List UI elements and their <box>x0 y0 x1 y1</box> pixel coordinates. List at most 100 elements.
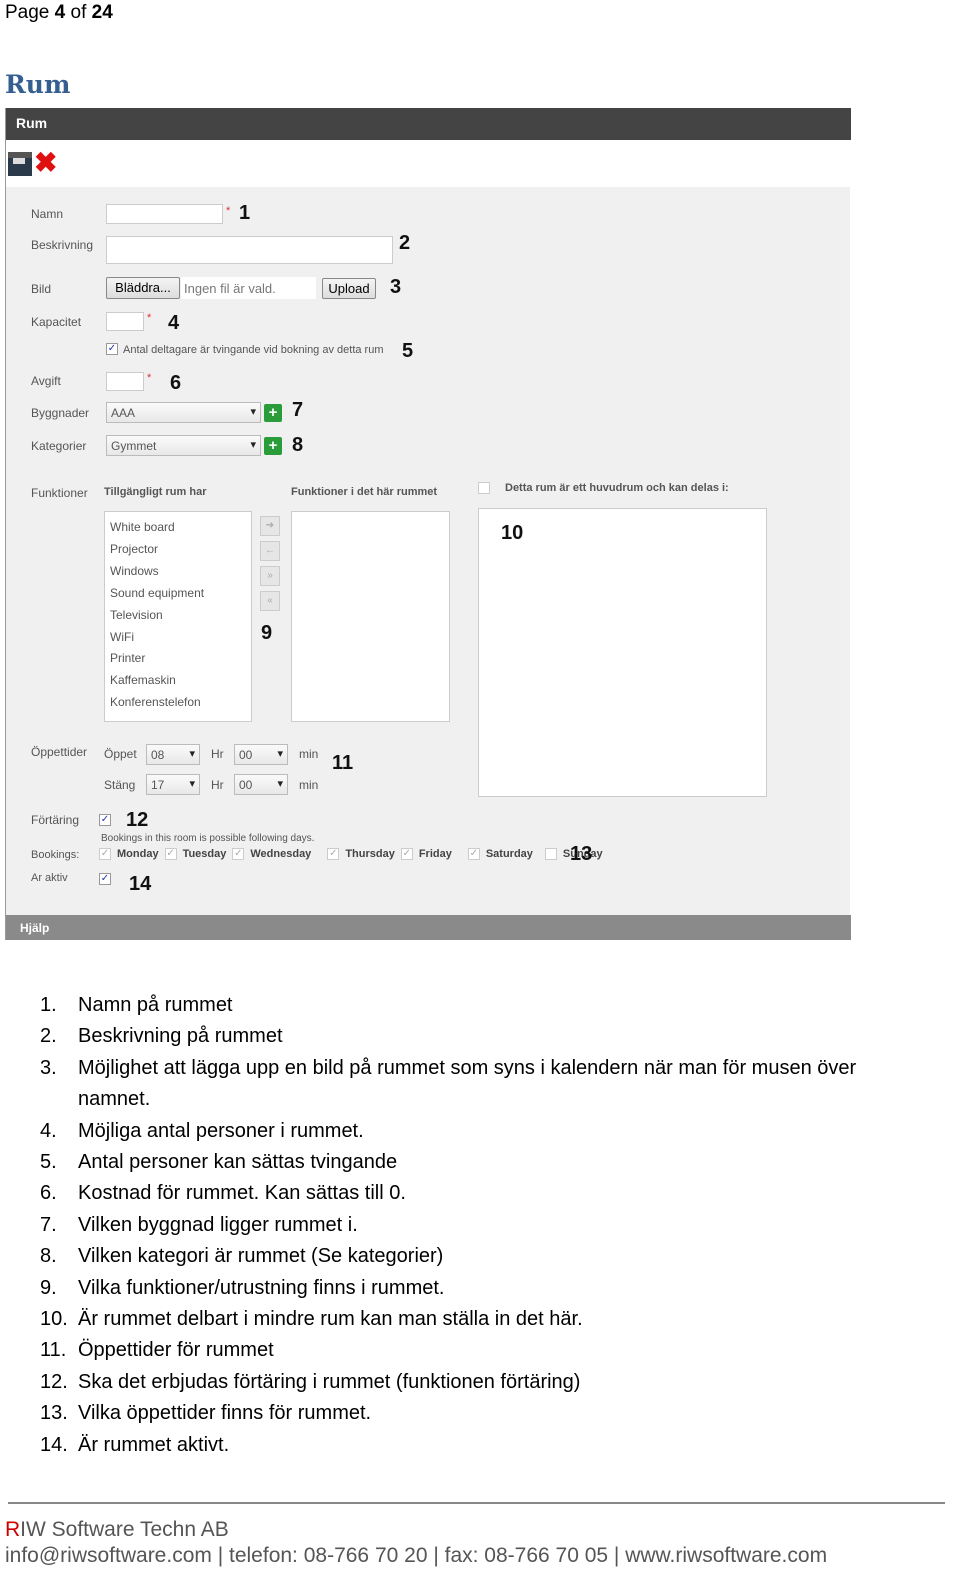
day-checkbox[interactable] <box>544 848 557 860</box>
kategorier-select[interactable]: Gymmet <box>106 435 261 456</box>
marker-9: 9 <box>261 622 273 644</box>
marker-2: 2 <box>399 232 411 254</box>
list-item[interactable]: White board <box>110 517 246 539</box>
close-label: Stäng <box>104 778 136 792</box>
main-room-label: Detta rum är ett huvudrum och kan delas … <box>505 482 729 494</box>
day-checkbox[interactable]: ✓ <box>400 848 413 860</box>
required-star: * <box>147 372 152 384</box>
available-header: Tillgängligt rum har <box>104 486 207 498</box>
footer-divider <box>8 1502 945 1504</box>
fortaring-checkbox[interactable]: ✓ <box>99 814 111 826</box>
list-item: 13. Vilka öppettider finns för rummet. <box>40 1398 900 1429</box>
item-number: 5. <box>40 1151 57 1174</box>
bookings-label: Bookings: <box>31 849 80 861</box>
namn-label: Namn <box>31 207 64 221</box>
open-hour-select[interactable]: 08 <box>146 744 200 765</box>
day-checkbox[interactable]: ✓ <box>164 848 177 860</box>
list-item[interactable]: Windows <box>110 561 246 583</box>
day-checkbox[interactable]: ✓ <box>467 848 480 860</box>
item-number: 8. <box>40 1245 57 1268</box>
close-hour-select[interactable]: 17 <box>146 774 200 795</box>
list-item[interactable]: Sound equipment <box>110 583 246 605</box>
item-text: Antal personer kan sättas tvingande <box>78 1151 398 1174</box>
hr-label: Hr <box>211 778 224 792</box>
day-checkbox[interactable]: ✓ <box>232 848 245 860</box>
list-item: 3. Möjlighet att lägga upp en bild på rum… <box>40 1053 900 1116</box>
item-number: 3. <box>40 1056 57 1079</box>
item-text: Möjliga antal personer i rummet. <box>78 1119 364 1142</box>
day-checkbox[interactable]: ✓ <box>327 848 340 860</box>
list-item[interactable]: Printer <box>110 648 246 670</box>
marker-13: 13 <box>570 843 593 865</box>
mandatory-checkbox[interactable]: ✓ <box>106 343 118 355</box>
item-text: Vilken kategori är rummet (Se kategorier… <box>78 1245 444 1268</box>
day-label: Tuesday <box>182 848 227 860</box>
marker-4: 4 <box>168 312 180 334</box>
marker-6: 6 <box>170 372 182 394</box>
main-room-checkbox[interactable] <box>478 482 490 494</box>
save-icon[interactable] <box>8 152 32 176</box>
item-text: Namn på rummet <box>78 994 233 1016</box>
kapacitet-label: Kapacitet <box>31 315 82 329</box>
delete-icon[interactable]: ✖ <box>34 146 57 179</box>
help-bar[interactable]: Hjälp <box>6 915 851 940</box>
marker-1: 1 <box>239 202 251 224</box>
oppettider-label: Öppettider <box>31 745 88 759</box>
sub-rooms-list[interactable] <box>478 508 767 797</box>
browse-button[interactable]: Bläddra... <box>106 277 180 299</box>
list-item[interactable]: Konferenstelefon <box>110 692 246 714</box>
day-checkbox[interactable]: ✓ <box>99 848 111 860</box>
beskrivning-label: Beskrivning <box>31 238 94 252</box>
byggnader-select[interactable]: AAA <box>106 402 261 423</box>
min-label: min <box>299 778 319 792</box>
day-label: Monday <box>117 848 159 860</box>
kapacitet-input[interactable] <box>106 312 144 331</box>
close-min-select[interactable]: 00 <box>234 774 288 795</box>
day-label: Friday <box>418 848 452 860</box>
list-item: 6. Kostnad för rummet. Kan sättas till 0. <box>40 1178 900 1209</box>
move-left-icon[interactable]: ← <box>260 541 280 561</box>
add-building-icon[interactable]: + <box>264 404 282 422</box>
page-number: Page 4 of 24 <box>5 2 113 23</box>
list-item: 7. Vilken byggnad ligger rummet i. <box>40 1210 900 1241</box>
mandatory-label: Antal deltagare är tvingande vid bokning… <box>123 344 384 356</box>
window-title: Rum <box>6 108 851 140</box>
list-item[interactable]: Television <box>110 605 246 627</box>
move-all-right-icon[interactable]: » <box>260 566 280 586</box>
item-number: 10. <box>40 1308 68 1331</box>
upload-button[interactable]: Upload <box>322 278 376 299</box>
list-item: 11. Öppettider för rummet <box>40 1335 900 1366</box>
byggnader-label: Byggnader <box>31 406 90 420</box>
kategorier-label: Kategorier <box>31 439 87 453</box>
list-item[interactable]: WiFi <box>110 627 246 649</box>
item-number: 6. <box>40 1182 57 1205</box>
add-category-icon[interactable]: + <box>264 437 282 455</box>
marker-5: 5 <box>402 340 414 362</box>
list-item: 8. Vilken kategori är rummet (Se kategori… <box>40 1241 900 1272</box>
item-text: Möjlighet att lägga upp en bild på rumme… <box>78 1056 857 1111</box>
item-text: Vilken byggnad ligger rummet i. <box>78 1213 358 1236</box>
item-number: 4. <box>40 1119 57 1142</box>
numbered-list: 1. Namn på rummet 2. Beskrivning på rummet 3… <box>40 990 900 1461</box>
open-min-select[interactable]: 00 <box>234 744 288 765</box>
item-number: 2. <box>40 1025 57 1048</box>
list-item[interactable]: Kaffemaskin <box>110 670 246 692</box>
list-item: 4. Möjliga antal personer i rummet. <box>40 1116 900 1147</box>
beskrivning-input[interactable] <box>106 236 393 264</box>
item-text: Beskrivning på rummet <box>78 1025 283 1048</box>
active-checkbox[interactable]: ✓ <box>99 873 111 885</box>
list-item[interactable]: Projector <box>110 539 246 561</box>
namn-input[interactable] <box>106 204 223 224</box>
room-functions-list[interactable] <box>291 511 450 722</box>
item-number: 1. <box>40 994 57 1016</box>
move-right-icon[interactable]: ➔ <box>260 516 280 536</box>
funktioner-label: Funktioner <box>31 486 88 500</box>
item-number: 7. <box>40 1213 57 1236</box>
move-all-left-icon[interactable]: « <box>260 591 280 611</box>
avgift-input[interactable] <box>106 372 144 391</box>
available-list[interactable]: White board Projector Windows Sound equi… <box>104 511 252 722</box>
section-heading: Rum <box>5 70 71 99</box>
item-text: Vilka funktioner/utrustning finns i rumm… <box>78 1276 445 1299</box>
room-functions-header: Funktioner i det här rummet <box>291 486 438 498</box>
day-label: Saturday <box>485 848 533 860</box>
